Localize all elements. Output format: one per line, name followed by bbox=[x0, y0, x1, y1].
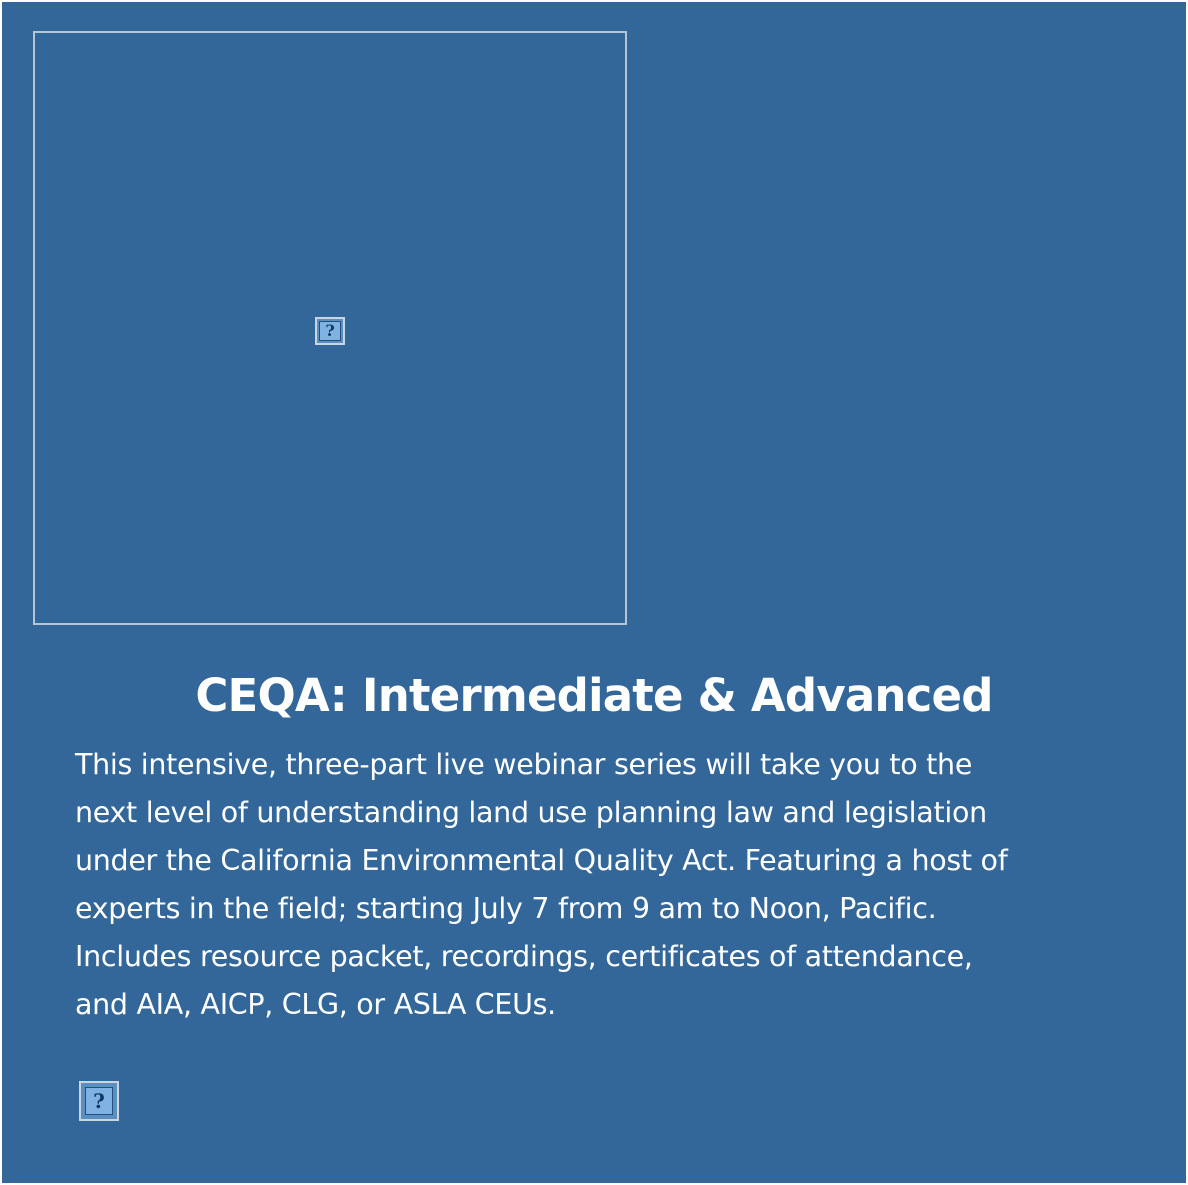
description-line: This intensive, three-part live webinar … bbox=[75, 748, 973, 781]
content-panel: ? CEQA: Intermediate & Advanced This int… bbox=[2, 2, 1186, 1183]
description-line: Includes resource packet, recordings, ce… bbox=[75, 940, 973, 973]
course-title: CEQA: Intermediate & Advanced bbox=[195, 669, 993, 722]
course-description: This intensive, three-part live webinar … bbox=[75, 741, 1135, 1029]
description-line: under the California Environmental Quali… bbox=[75, 844, 1008, 877]
broken-image-icon[interactable]: ? bbox=[79, 1081, 119, 1121]
description-line: experts in the field; starting July 7 fr… bbox=[75, 892, 937, 925]
description-line: next level of understanding land use pla… bbox=[75, 796, 987, 829]
course-image: ? bbox=[33, 31, 627, 625]
broken-image-glyph: ? bbox=[85, 1087, 113, 1115]
broken-image-glyph: ? bbox=[319, 321, 341, 341]
broken-image-icon: ? bbox=[315, 317, 345, 345]
description-line: and AIA, AICP, CLG, or ASLA CEUs. bbox=[75, 988, 556, 1021]
